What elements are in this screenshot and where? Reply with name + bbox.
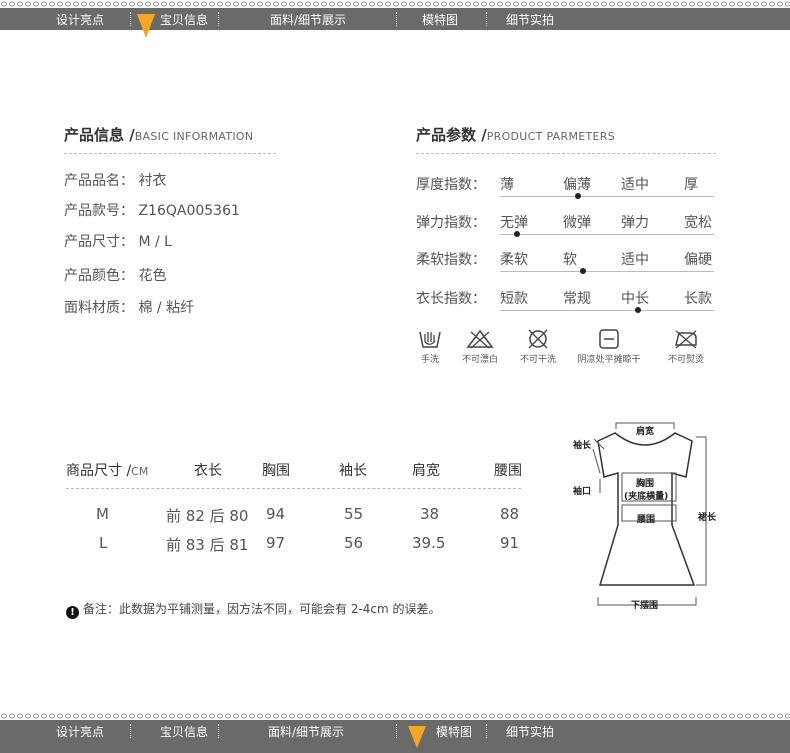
nav-separator xyxy=(130,724,131,738)
chain-border xyxy=(0,712,790,720)
diagram-label-cuff: 袖口 xyxy=(573,487,592,497)
info-row: 产品品名： 衬衣 xyxy=(64,173,167,189)
measurement-note: ! 备注：此数据为平铺测量，因方法不同，可能会有 2-4cm 的误差。 xyxy=(66,600,441,619)
param-selected-dot xyxy=(635,307,641,313)
diagram-label-sleeve: 袖长 xyxy=(573,441,592,451)
nav-tab-fabric[interactable]: 面料/细节展示 xyxy=(268,723,344,740)
param-option: 中长 xyxy=(621,291,649,307)
nav-active-indicator-icon xyxy=(137,14,155,38)
param-track xyxy=(500,271,714,272)
param-track xyxy=(500,310,714,311)
care-item: 不可熨烫 xyxy=(654,328,718,365)
param-option: 偏薄 xyxy=(563,177,591,193)
size-table-header-label: 商品尺寸 /CM xyxy=(66,463,149,479)
nav-tab-details[interactable]: 细节实拍 xyxy=(506,11,554,28)
table-cell: 56 xyxy=(344,534,364,552)
nav-active-indicator-icon xyxy=(408,726,426,748)
nav-tab-info[interactable]: 宝贝信息 xyxy=(160,11,208,28)
bottom-nav-bar: 设计亮点 宝贝信息 面料/细节展示 模特图 细节实拍 xyxy=(0,712,790,753)
table-cell: 91 xyxy=(500,534,520,552)
info-row: 面料材质： 棉 / 粘纤 xyxy=(64,300,195,316)
nav-separator xyxy=(130,12,131,26)
diagram-label-waist: 腰围 xyxy=(637,515,656,525)
chain-border xyxy=(0,0,790,8)
divider xyxy=(66,488,521,489)
no-dry-clean-icon xyxy=(528,329,548,349)
param-label: 厚度指数： xyxy=(416,177,486,193)
table-cell: 前 82 后 80 xyxy=(166,507,249,525)
param-option: 适中 xyxy=(621,252,649,268)
param-option: 长款 xyxy=(684,291,712,307)
table-cell: 94 xyxy=(266,505,286,523)
no-bleach-icon xyxy=(466,329,494,349)
nav-tab-model[interactable]: 模特图 xyxy=(436,723,472,740)
param-option: 柔软 xyxy=(500,252,528,268)
info-row: 产品款号： Z16QA005361 xyxy=(64,203,240,219)
divider xyxy=(416,153,716,154)
param-option: 微弹 xyxy=(563,215,591,231)
diagram-label-shoulder: 肩宽 xyxy=(636,427,655,437)
diagram-label-length: 裙长 xyxy=(698,513,717,523)
info-row: 产品尺寸： M / L xyxy=(64,234,172,250)
hand-wash-icon xyxy=(419,331,441,348)
diagram-label-chest: 胸围 xyxy=(636,479,655,489)
param-label: 衣长指数： xyxy=(416,291,486,307)
param-label: 弹力指数： xyxy=(416,215,486,231)
size-table-column: 胸围 xyxy=(262,463,290,479)
care-item: 不可漂白 xyxy=(448,328,512,365)
param-option: 短款 xyxy=(500,291,528,307)
param-option: 无弹 xyxy=(500,215,528,231)
care-item: 不可干洗 xyxy=(506,328,570,365)
nav-separator xyxy=(396,724,397,738)
param-option: 宽松 xyxy=(684,215,712,231)
param-option: 常规 xyxy=(563,291,591,307)
table-cell: 前 83 后 81 xyxy=(166,536,249,554)
params-title: 产品参数 /PRODUCT PARMETERS xyxy=(416,126,615,144)
warning-icon: ! xyxy=(66,606,79,619)
param-option: 薄 xyxy=(500,177,514,193)
table-cell: 97 xyxy=(266,534,286,552)
no-iron-icon xyxy=(675,330,697,349)
param-selected-dot xyxy=(575,193,581,199)
nav-separator xyxy=(486,724,487,738)
param-option: 厚 xyxy=(684,177,698,193)
size-table-column: 衣长 xyxy=(194,463,222,479)
param-option: 软 xyxy=(563,252,577,268)
table-cell-size: L xyxy=(99,534,108,552)
divider xyxy=(64,153,276,154)
param-selected-dot xyxy=(580,268,586,274)
diagram-label-chest-note: (夹底横量) xyxy=(624,492,669,502)
care-item: 阴凉处平摊晾干 xyxy=(577,328,641,365)
nav-separator xyxy=(218,724,219,738)
nav-separator xyxy=(486,12,487,26)
nav-tab-design[interactable]: 设计亮点 xyxy=(56,11,104,28)
param-selected-dot xyxy=(514,231,520,237)
size-table-column: 腰围 xyxy=(494,463,522,479)
nav-tab-model[interactable]: 模特图 xyxy=(422,11,458,28)
param-track xyxy=(500,234,714,235)
top-nav-bar: 设计亮点 宝贝信息 面料/细节展示 模特图 细节实拍 xyxy=(0,0,790,38)
table-cell: 88 xyxy=(500,505,520,523)
param-option: 适中 xyxy=(621,177,649,193)
param-option: 偏硬 xyxy=(684,252,712,268)
size-table-column: 袖长 xyxy=(339,463,367,479)
diagram-label-hem: 下摆围 xyxy=(631,601,659,611)
nav-tab-info[interactable]: 宝贝信息 xyxy=(160,723,208,740)
table-cell: 38 xyxy=(420,505,440,523)
param-option: 弹力 xyxy=(621,215,649,231)
shade-dry-flat-icon xyxy=(599,329,619,349)
nav-separator xyxy=(396,12,397,26)
param-label: 柔软指数： xyxy=(416,252,486,268)
size-table-column: 肩宽 xyxy=(412,463,440,479)
info-row: 产品颜色： 花色 xyxy=(64,268,167,284)
param-track xyxy=(500,196,714,197)
nav-tab-details[interactable]: 细节实拍 xyxy=(506,723,554,740)
table-cell: 39.5 xyxy=(412,534,446,552)
nav-tab-fabric[interactable]: 面料/细节展示 xyxy=(270,11,346,28)
basic-info-title: 产品信息 /BASIC INFORMATION xyxy=(64,126,254,144)
nav-tab-design[interactable]: 设计亮点 xyxy=(56,723,104,740)
table-cell: 55 xyxy=(344,505,364,523)
nav-separator xyxy=(218,12,219,26)
table-cell-size: M xyxy=(96,505,109,523)
